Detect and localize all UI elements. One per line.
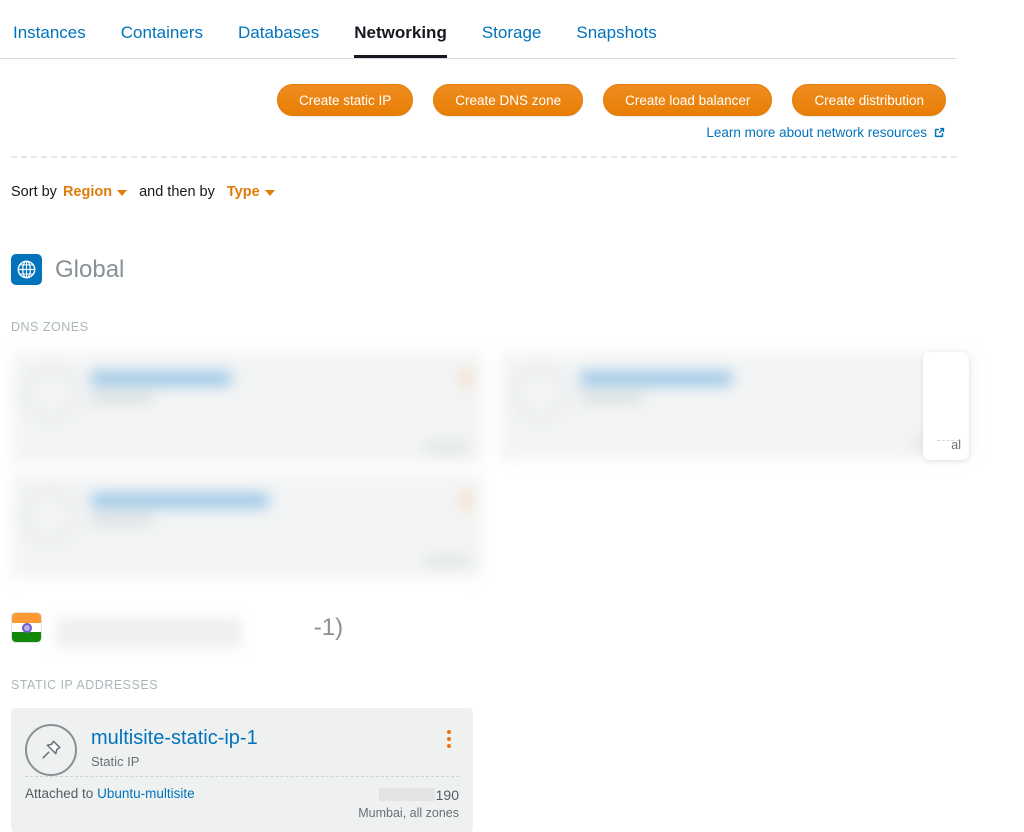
action-button-group: Create static IP Create DNS zone Create … [0,84,956,116]
chevron-down-icon [264,190,275,196]
learn-more-label: Learn more about network resources [706,125,927,140]
learn-more-link[interactable]: Learn more about network resources [706,125,946,140]
tab-instances[interactable]: Instances [13,20,86,57]
create-static-ip-button[interactable]: Create static IP [276,84,414,116]
ip-address-redaction [378,788,435,802]
ip-and-zone: 190 Mumbai, all zones [358,786,459,822]
tab-storage[interactable]: Storage [482,20,542,57]
availability-zone: Mumbai, all zones [358,806,459,821]
dns-zone-card[interactable] [11,352,483,464]
create-dns-zone-button[interactable]: Create DNS zone [433,84,584,116]
region-title-suffix: -1) [313,613,344,641]
sort-primary-dropdown[interactable]: Region [62,184,128,200]
india-flag-icon [11,612,42,643]
tab-containers[interactable]: Containers [121,20,203,57]
region-header-global: Global [11,254,124,285]
sort-controls: Sort by Region and then by Type [11,184,279,200]
chevron-down-icon [117,190,128,196]
overlay-tooltip-card: al [923,352,969,460]
globe-icon [11,254,42,285]
region-name-redaction [56,618,242,648]
attached-to-row: Attached to Ubuntu-multisite [25,786,195,801]
sort-middle-label: and then by [139,184,215,200]
main-tab-bar: Instances Containers Databases Networkin… [0,20,956,59]
tab-snapshots[interactable]: Snapshots [576,20,656,57]
section-label-dns-zones: DNS ZONES [11,320,89,334]
dns-zone-card[interactable] [500,352,972,460]
attached-instance-link[interactable]: Ubuntu-multisite [97,786,195,801]
sort-secondary-value: Type [226,184,260,200]
section-label-static-ips: STATIC IP ADDRESSES [11,678,159,692]
dns-zone-card[interactable] [11,474,483,578]
create-distribution-button[interactable]: Create distribution [792,84,946,116]
overlay-partial-text: al [951,438,961,452]
sort-primary-value: Region [62,184,113,200]
tab-databases[interactable]: Databases [238,20,319,57]
static-ip-card-footer: Attached to Ubuntu-multisite 190 Mumbai,… [25,776,459,822]
pin-icon [25,724,77,776]
tab-networking[interactable]: Networking [354,20,447,58]
external-link-icon [933,126,946,139]
sort-secondary-dropdown[interactable]: Type [227,184,275,200]
lightsail-networking-page: Instances Containers Databases Networkin… [0,0,1024,832]
region-title: Global [55,255,125,283]
static-ip-type: Static IP [91,754,140,769]
learn-more-row: Learn more about network resources [0,124,956,142]
ip-address-suffix: 190 [435,787,459,804]
section-divider [11,156,957,158]
static-ip-name[interactable]: multisite-static-ip-1 [91,727,439,750]
create-load-balancer-button[interactable]: Create load balancer [603,84,773,116]
ip-address: 190 [358,786,459,805]
card-overflow-menu-button[interactable] [439,724,459,748]
static-ip-card[interactable]: multisite-static-ip-1 Static IP Attached… [11,708,473,832]
attached-to-label: Attached to [25,786,94,802]
sort-by-label: Sort by [11,184,57,200]
